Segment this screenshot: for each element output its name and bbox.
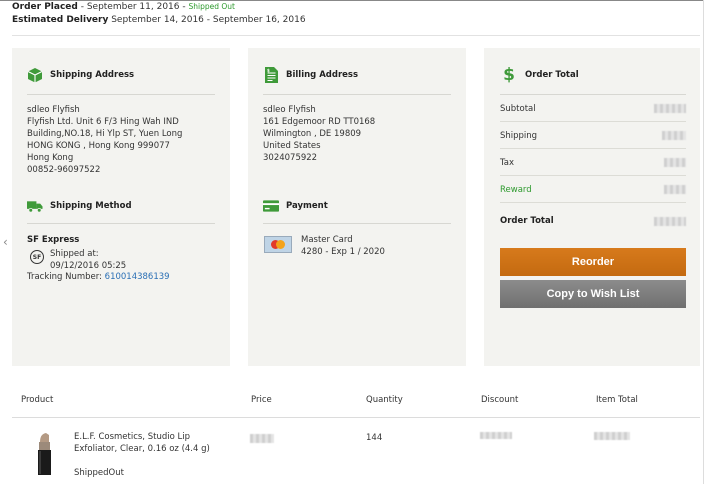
subtotal-row: Subtotal <box>500 96 686 122</box>
svg-text:$: $ <box>267 68 270 73</box>
order-total-label: Order Total <box>500 216 554 226</box>
tracking-label: Tracking Number: <box>27 272 105 282</box>
subtotal-label: Subtotal <box>500 103 536 114</box>
chevron-left-icon[interactable]: ‹ <box>3 235 8 249</box>
order-placed-line: Order Placed - September 11, 2016 - Ship… <box>12 0 306 14</box>
billing-address-line: United States <box>263 141 321 151</box>
shipped-at-label: Shipped at: <box>50 249 99 259</box>
order-total-value-redacted <box>654 216 686 226</box>
order-total-rule <box>500 94 686 95</box>
shipping-method-title: Shipping Method <box>27 198 132 214</box>
tax-label: Tax <box>500 157 515 168</box>
card-type: Master Card <box>301 235 353 245</box>
shipped-at-block: Shipped at: 09/12/2016 05:25 <box>50 248 126 272</box>
sf-express-logo-icon: SF <box>30 250 44 264</box>
shipping-address-line: Building,NO.18, Hi Ylp ST, Yuen Long <box>27 129 183 139</box>
tracking-number-link[interactable]: 610014386139 <box>105 272 170 282</box>
header-quantity: Quantity <box>366 395 403 405</box>
shipping-address-line: Hong Kong <box>27 153 74 163</box>
shipping-address-line: sdleo Flyfish <box>27 105 80 115</box>
shipping-label: Shipping <box>500 130 538 141</box>
billing-address-title: $ Billing Address <box>263 67 358 83</box>
billing-address-block: sdleo Flyfish 161 Edgemoor RD TT0168 Wil… <box>263 104 375 164</box>
shipping-address-title: Shipping Address <box>27 67 134 83</box>
credit-card-icon <box>263 198 279 214</box>
carrier-name: SF Express <box>27 235 80 245</box>
billing-address-title-text: Billing Address <box>286 70 359 80</box>
payment-title-text: Payment <box>286 201 328 211</box>
reward-value-redacted <box>664 185 686 194</box>
order-placed-value: - September 11, 2016 - <box>77 2 189 12</box>
product-image[interactable] <box>35 432 55 476</box>
estimated-delivery-label: Estimated Delivery <box>12 15 109 25</box>
order-status: Shipped Out <box>188 2 235 11</box>
reward-label: Reward <box>500 184 532 195</box>
reorder-button[interactable]: Reorder <box>500 248 686 276</box>
tax-value-redacted <box>664 158 686 167</box>
document-icon: $ <box>263 67 279 83</box>
copy-to-wish-list-button[interactable]: Copy to Wish List <box>500 280 686 308</box>
truck-icon <box>27 198 43 214</box>
order-total-row: Order Total <box>500 208 686 234</box>
billing-address-rule <box>263 94 451 95</box>
item-total-value-redacted <box>594 432 630 440</box>
meta-divider <box>12 35 700 36</box>
box-icon <box>27 67 43 83</box>
header-discount: Discount <box>481 395 519 405</box>
estimated-delivery-value: September 14, 2016 - September 16, 2016 <box>108 15 306 25</box>
shipping-value-redacted <box>662 131 686 140</box>
estimated-delivery-line: Estimated Delivery September 14, 2016 - … <box>12 14 306 27</box>
header-item-total: Item Total <box>596 395 638 405</box>
billing-address-line: 161 Edgemoor RD TT0168 <box>263 117 376 127</box>
header-price: Price <box>251 395 272 405</box>
billing-address-line: 3024075922 <box>263 153 318 163</box>
shipping-method-rule <box>27 223 215 224</box>
subtotal-value-redacted <box>654 104 686 113</box>
price-value-redacted <box>250 434 274 443</box>
product-name-link[interactable]: E.L.F. Cosmetics, Studio Lip Exfoliator,… <box>74 431 224 455</box>
shipping-address-rule <box>27 94 215 95</box>
shipping-address-line: Flyfish Ltd. Unit 6 F/3 Hing Wah IND <box>27 117 179 127</box>
product-status: ShippedOut <box>74 468 124 478</box>
quantity-value: 144 <box>366 433 383 443</box>
order-total-title: $ Order Total <box>500 65 579 85</box>
header-product: Product <box>21 395 54 405</box>
order-placed-label: Order Placed <box>12 2 78 12</box>
mastercard-icon <box>264 236 292 253</box>
right-border <box>703 0 704 484</box>
shipping-address-block: sdleo Flyfish Flyfish Ltd. Unit 6 F/3 Hi… <box>27 104 182 176</box>
tracking-line: Tracking Number: 610014386139 <box>27 271 170 283</box>
shipping-method-title-text: Shipping Method <box>50 201 132 211</box>
dollar-icon: $ <box>503 65 515 85</box>
card-info: 4280 - Exp 1 / 2020 <box>301 247 385 257</box>
shipping-row: Shipping <box>500 123 686 149</box>
shipping-address-line: 00852-96097522 <box>27 165 101 175</box>
discount-value-redacted <box>480 432 512 439</box>
payment-info: Master Card 4280 - Exp 1 / 2020 <box>301 234 385 258</box>
shipping-address-title-text: Shipping Address <box>50 70 135 80</box>
mastercard-orange-circle <box>276 240 285 249</box>
billing-address-line: sdleo Flyfish <box>263 105 316 115</box>
shipping-address-line: HONG KONG , Hong Kong 999077 <box>27 141 170 151</box>
billing-address-line: Wilmington , DE 19809 <box>263 129 362 139</box>
payment-title: Payment <box>263 198 328 214</box>
reward-row: Reward <box>500 177 686 203</box>
tax-row: Tax <box>500 150 686 176</box>
order-meta: Order Placed - September 11, 2016 - Ship… <box>12 0 306 27</box>
payment-rule <box>263 223 451 224</box>
table-header-rule <box>12 417 700 418</box>
order-total-title-text: Order Total <box>525 70 579 80</box>
